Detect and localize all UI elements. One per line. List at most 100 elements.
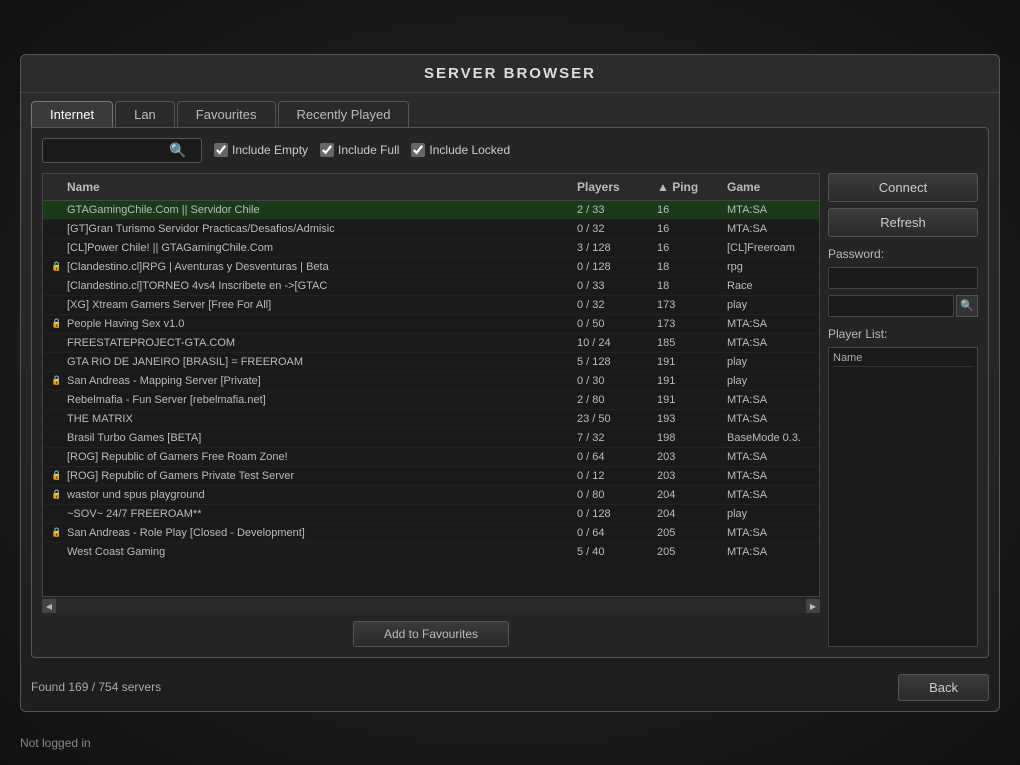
table-row[interactable]: Rebelmafia - Fun Server [rebelmafia.net]… bbox=[43, 391, 819, 410]
player-list-label: Player List: bbox=[828, 327, 978, 341]
lock-icon bbox=[43, 220, 59, 238]
lock-icon bbox=[43, 448, 59, 466]
tab-recently-played[interactable]: Recently Played bbox=[278, 101, 410, 127]
server-players: 0 / 32 bbox=[569, 220, 649, 238]
server-ping: 203 bbox=[649, 467, 719, 485]
table-row[interactable]: [CL]Power Chile! || GTAGamingChile.Com3 … bbox=[43, 239, 819, 258]
include-locked-checkbox[interactable] bbox=[411, 143, 425, 157]
table-row[interactable]: [XG] Xtream Gamers Server [Free For All]… bbox=[43, 296, 819, 315]
col-players[interactable]: Players bbox=[569, 178, 649, 196]
server-ping: 204 bbox=[649, 505, 719, 523]
server-name: [Clandestino.cl]TORNEO 4vs4 Inscribete e… bbox=[59, 277, 569, 295]
server-players: 3 / 128 bbox=[569, 239, 649, 257]
include-full-checkbox[interactable] bbox=[320, 143, 334, 157]
lock-icon: 🔒 bbox=[43, 258, 59, 276]
server-players: 0 / 64 bbox=[569, 448, 649, 466]
server-players: 2 / 33 bbox=[569, 201, 649, 219]
table-row[interactable]: FREESTATEPROJECT-GTA.COM10 / 24185MTA:SA bbox=[43, 334, 819, 353]
server-players: 0 / 32 bbox=[569, 296, 649, 314]
server-table-container: Name Players ▲ Ping Game GTAGamingChile.… bbox=[42, 173, 820, 597]
server-ping: 205 bbox=[649, 543, 719, 561]
lock-icon bbox=[43, 410, 59, 428]
server-game: MTA:SA bbox=[719, 410, 819, 428]
table-row[interactable]: 🔒People Having Sex v1.00 / 50173MTA:SA bbox=[43, 315, 819, 334]
lock-icon bbox=[43, 505, 59, 523]
server-game: MTA:SA bbox=[719, 486, 819, 504]
server-ping: 18 bbox=[649, 258, 719, 276]
server-players: 0 / 30 bbox=[569, 372, 649, 390]
tab-lan[interactable]: Lan bbox=[115, 101, 175, 127]
server-name: FREESTATEPROJECT-GTA.COM bbox=[59, 334, 569, 352]
server-game: rpg bbox=[719, 258, 819, 276]
connect-button[interactable]: Connect bbox=[828, 173, 978, 202]
server-game: BaseMode 0.3. bbox=[719, 429, 819, 447]
server-name: [XG] Xtream Gamers Server [Free For All] bbox=[59, 296, 569, 314]
table-row[interactable]: THE MATRIX23 / 50193MTA:SA bbox=[43, 410, 819, 429]
include-empty-text: Include Empty bbox=[232, 143, 308, 157]
table-row[interactable]: [Clandestino.cl]TORNEO 4vs4 Inscribete e… bbox=[43, 277, 819, 296]
hscroll-left-button[interactable]: ◀ bbox=[42, 599, 56, 613]
window-title: SERVER BROWSER bbox=[21, 55, 999, 93]
server-game: play bbox=[719, 296, 819, 314]
table-row[interactable]: [GT]Gran Turismo Servidor Practicas/Desa… bbox=[43, 220, 819, 239]
lock-icon bbox=[43, 353, 59, 371]
player-search-input[interactable] bbox=[828, 295, 954, 317]
lock-icon bbox=[43, 296, 59, 314]
server-ping: 18 bbox=[649, 277, 719, 295]
server-ping: 193 bbox=[649, 410, 719, 428]
table-row[interactable]: Brasil Turbo Games [BETA]7 / 32198BaseMo… bbox=[43, 429, 819, 448]
horizontal-scrollbar[interactable]: ◀ ▶ bbox=[42, 599, 820, 613]
login-status: Not logged in bbox=[20, 736, 91, 750]
col-game[interactable]: Game bbox=[719, 178, 819, 196]
lock-icon bbox=[43, 201, 59, 219]
server-ping: 204 bbox=[649, 486, 719, 504]
status-text: Found 169 / 754 servers bbox=[31, 680, 161, 694]
lock-icon: 🔒 bbox=[43, 524, 59, 542]
back-button[interactable]: Back bbox=[898, 674, 989, 701]
include-empty-checkbox[interactable] bbox=[214, 143, 228, 157]
table-row[interactable]: West Coast Gaming5 / 40205MTA:SA bbox=[43, 543, 819, 561]
server-game: MTA:SA bbox=[719, 334, 819, 352]
include-empty-label[interactable]: Include Empty bbox=[214, 143, 308, 157]
col-ping[interactable]: ▲ Ping bbox=[649, 178, 719, 196]
player-search-button[interactable]: 🔍 bbox=[956, 295, 978, 317]
tab-favourites[interactable]: Favourites bbox=[177, 101, 276, 127]
lock-icon: 🔒 bbox=[43, 372, 59, 390]
search-input[interactable] bbox=[49, 143, 169, 157]
table-row[interactable]: 🔒[Clandestino.cl]RPG | Aventuras y Desve… bbox=[43, 258, 819, 277]
toolbar: 🔍 Include Empty Include Full Include Loc… bbox=[42, 138, 978, 163]
hscroll-track[interactable] bbox=[56, 599, 806, 613]
table-row[interactable]: 🔒San Andreas - Role Play [Closed - Devel… bbox=[43, 524, 819, 543]
table-body[interactable]: GTAGamingChile.Com || Servidor Chile2 / … bbox=[43, 201, 819, 561]
hscroll-right-button[interactable]: ▶ bbox=[806, 599, 820, 613]
server-name: San Andreas - Mapping Server [Private] bbox=[59, 372, 569, 390]
server-name: THE MATRIX bbox=[59, 410, 569, 428]
table-row[interactable]: GTA RIO DE JANEIRO [BRASIL] = FREEROAM5 … bbox=[43, 353, 819, 372]
server-players: 2 / 80 bbox=[569, 391, 649, 409]
server-ping: 185 bbox=[649, 334, 719, 352]
refresh-button[interactable]: Refresh bbox=[828, 208, 978, 237]
tab-internet[interactable]: Internet bbox=[31, 101, 113, 127]
server-players: 23 / 50 bbox=[569, 410, 649, 428]
table-row[interactable]: GTAGamingChile.Com || Servidor Chile2 / … bbox=[43, 201, 819, 220]
add-favourites-button[interactable]: Add to Favourites bbox=[353, 621, 509, 647]
table-row[interactable]: 🔒wastor und spus playground0 / 80204MTA:… bbox=[43, 486, 819, 505]
include-full-label[interactable]: Include Full bbox=[320, 143, 399, 157]
table-row[interactable]: 🔒[ROG] Republic of Gamers Private Test S… bbox=[43, 467, 819, 486]
server-game: MTA:SA bbox=[719, 448, 819, 466]
password-label: Password: bbox=[828, 247, 978, 261]
table-row[interactable]: 🔒San Andreas - Mapping Server [Private]0… bbox=[43, 372, 819, 391]
lock-icon bbox=[43, 391, 59, 409]
server-game: MTA:SA bbox=[719, 543, 819, 561]
include-locked-label[interactable]: Include Locked bbox=[411, 143, 510, 157]
server-game: MTA:SA bbox=[719, 201, 819, 219]
col-name[interactable]: Name bbox=[59, 178, 569, 196]
server-players: 0 / 128 bbox=[569, 258, 649, 276]
table-row[interactable]: [ROG] Republic of Gamers Free Roam Zone!… bbox=[43, 448, 819, 467]
server-ping: 198 bbox=[649, 429, 719, 447]
password-field[interactable] bbox=[828, 267, 978, 289]
table-row[interactable]: ~SOV~ 24/7 FREEROAM**0 / 128204play bbox=[43, 505, 819, 524]
lock-icon bbox=[43, 334, 59, 352]
server-name: Brasil Turbo Games [BETA] bbox=[59, 429, 569, 447]
server-game: [CL]Freeroam bbox=[719, 239, 819, 257]
